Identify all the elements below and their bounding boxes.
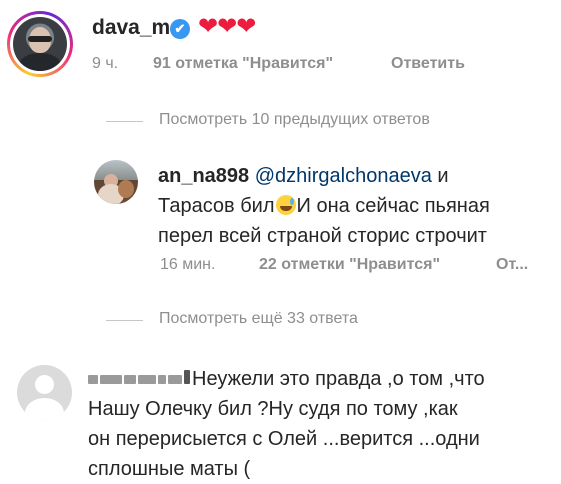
blur-block [158,375,166,384]
reply-button-label: От... [496,256,529,273]
comment-text-line: Неужели это правда ,о том ,что [192,368,485,390]
avatar-head [35,375,54,394]
blur-block [100,375,122,384]
reply-comment-text: an_na898 @dzhirgalchonaeva и Тарасов бил… [158,161,558,251]
verified-badge-icon: ✔ [170,19,190,39]
comment-line-1: Неужели это правда ,о том ,что [88,363,558,394]
avatar [13,17,67,71]
comment-username[interactable]: dava_m [92,16,170,40]
avatar-detail [118,180,134,198]
blur-block [168,375,182,384]
reply-line-2: Тарасов бил И она сейчас пьяная [158,191,558,221]
reply-time: 16 мин. [160,256,216,273]
comment-time: 9 ч. [92,55,119,72]
view-previous-replies-button[interactable]: Посмотреть 10 предыдущих ответов [159,111,430,129]
avatar-glasses [28,36,52,42]
view-more-replies-button[interactable]: Посмотреть ещё 33 ответа [159,310,358,328]
reply-likes-link[interactable]: 22 отметки "Нравится" [259,256,440,274]
reply-username[interactable]: an_na898 [158,165,249,187]
avatar-border [10,14,70,74]
reply-likes-label: 22 отметки "Нравится" [259,256,441,273]
blurred-username[interactable] [88,363,192,393]
mention-link[interactable]: @dzhirgalchonaeva [255,165,432,187]
reply-text: и [431,165,449,187]
divider-line [106,121,143,122]
blur-block [184,370,190,384]
avatar-shoulders [25,398,64,420]
blur-block [138,375,156,384]
avatar[interactable] [94,160,138,204]
comment-line-2: Нашу Олечку бил ?Ну судя по тому ,как [88,398,458,420]
reply-button[interactable]: Ответить [391,55,465,73]
comment-line-3: он перерисыется с Олей ...верится ...одн… [88,428,480,450]
reply-text: Тарасов бил [158,195,275,217]
hearts-emoji-icon: ❤❤❤ [198,13,256,40]
reply-button[interactable]: От... [496,256,528,274]
avatar-body [19,53,61,71]
comment-likes-link[interactable]: 91 отметка "Нравится" [153,55,333,73]
reply-line-3: перел всей страной сторис строчит [158,225,487,247]
blur-block [88,375,98,384]
default-avatar-icon[interactable] [17,365,72,420]
comment-text: Неужели это правда ,о том ,что Нашу Олеч… [88,363,558,484]
reply-button-label: Ответить [391,55,465,72]
reply-text: И она сейчас пьяная [296,195,490,217]
reply-line-1: an_na898 @dzhirgalchonaeva и [158,161,558,191]
sweat-smile-emoji-icon [275,195,296,215]
divider-line [106,320,143,321]
comment-line-4: сплошные маты ( [88,458,251,480]
story-ring-avatar[interactable] [7,11,73,77]
blur-block [124,375,136,384]
comment-likes-label: 91 отметка "Нравится" [153,55,334,72]
